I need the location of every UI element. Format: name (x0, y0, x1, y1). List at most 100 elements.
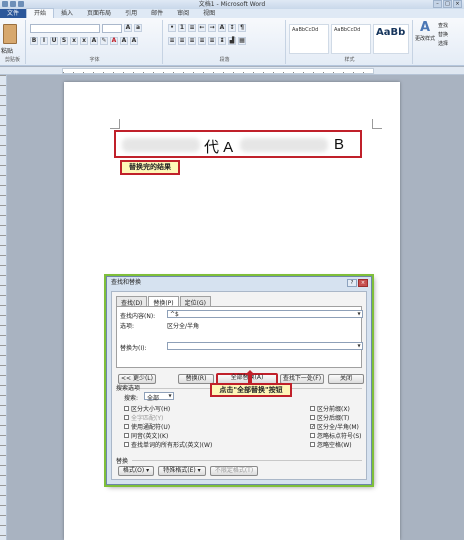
change-styles-icon: A (419, 20, 431, 35)
style-normal[interactable]: AaBbCcDd (289, 24, 329, 54)
title-bar: 文档1 - Microsoft Word – □ × (0, 0, 464, 9)
special-button[interactable]: 特殊格式(E) ▾ (158, 466, 206, 476)
paste-button[interactable]: 粘贴 (1, 46, 13, 55)
italic-icon[interactable]: I (40, 37, 48, 45)
divider (132, 460, 362, 461)
strikethrough-icon[interactable]: S (60, 37, 68, 45)
option-whole-word[interactable]: 全字匹配(Y) (124, 413, 163, 422)
numbering-icon[interactable]: 1 (178, 24, 186, 32)
dialog-body: 查找(D) 替换(P) 定位(G) 查找内容(N): ^$ ▼ 选项: 区分全/… (111, 291, 367, 480)
align-center-icon[interactable]: ≡ (178, 37, 186, 45)
align-right-icon[interactable]: ≡ (188, 37, 196, 45)
maximize-icon[interactable]: □ (443, 0, 452, 8)
multilevel-list-icon[interactable]: ≡ (188, 24, 196, 32)
minimize-icon[interactable]: – (433, 0, 442, 8)
tab-page-layout[interactable]: 页面布局 (80, 9, 118, 18)
tab-home[interactable]: 开始 (26, 8, 55, 18)
tab-mailings[interactable]: 邮件 (144, 9, 170, 18)
checkbox[interactable] (310, 442, 315, 447)
replace-button[interactable]: 替换(R) (178, 374, 214, 384)
shading-icon[interactable]: ▟ (228, 37, 236, 45)
dialog-title: 查找和替换 (111, 279, 142, 286)
no-formatting-button[interactable]: 不限定格式(T) (210, 466, 258, 476)
clipboard-group: 粘贴 剪贴板 (0, 20, 26, 64)
distributed-icon[interactable]: ≡ (208, 37, 216, 45)
decrease-indent-icon[interactable]: ← (198, 24, 206, 32)
checkbox[interactable] (310, 415, 315, 420)
dialog-close-icon[interactable]: × (358, 279, 368, 287)
replace-ribbon-button[interactable]: 替换 (438, 31, 448, 40)
chinese-layout-icon[interactable]: A (218, 24, 226, 32)
option-match-prefix[interactable]: 区分前缀(X) (310, 404, 350, 413)
checkbox[interactable] (310, 406, 315, 411)
help-icon[interactable]: ? (347, 279, 357, 287)
checkbox[interactable] (124, 424, 129, 429)
option-ignore-space[interactable]: 忽略空格(W) (310, 440, 352, 449)
char-shading-icon[interactable]: A (120, 37, 128, 45)
find-input[interactable]: ^$ ▼ (167, 310, 363, 318)
checkbox[interactable] (124, 433, 129, 438)
sort-icon[interactable]: ↕ (228, 24, 236, 32)
underline-icon[interactable]: U (50, 37, 58, 45)
line-spacing-icon[interactable]: ↨ (218, 37, 226, 45)
replace-panel: 查找内容(N): ^$ ▼ 选项: 区分全/半角 替换为(I): ▼ (116, 306, 363, 368)
bold-icon[interactable]: B (30, 37, 38, 45)
superscript-icon[interactable]: x (80, 37, 88, 45)
find-button[interactable]: 查找 (438, 22, 448, 31)
tab-review[interactable]: 审阅 (170, 9, 196, 18)
select-button[interactable]: 选择 (438, 40, 448, 49)
search-direction-value: 全部 (147, 395, 160, 402)
option-wildcards[interactable]: 使用通配符(U) (124, 422, 170, 431)
close-icon[interactable]: × (453, 0, 462, 8)
vertical-ruler (0, 75, 7, 540)
checkbox[interactable] (310, 433, 315, 438)
change-styles-button[interactable]: A 更改样式 (414, 20, 436, 64)
replace-input[interactable]: ▼ (167, 342, 363, 350)
paste-icon[interactable] (3, 24, 17, 44)
borders-icon[interactable]: ▦ (238, 37, 246, 45)
option-all-word-forms[interactable]: 查找单词的所有形式(英文)(W) (124, 440, 212, 449)
increase-indent-icon[interactable]: → (208, 24, 216, 32)
char-border-icon[interactable]: A (130, 37, 138, 45)
option-match-case[interactable]: 区分大小写(H) (124, 404, 170, 413)
style-heading-1[interactable]: AaBb (373, 24, 409, 54)
tab-view[interactable]: 视图 (196, 9, 222, 18)
shrink-font-icon[interactable]: a (134, 24, 142, 32)
search-direction-select[interactable]: 全部 ▼ (144, 392, 174, 402)
font-name-combo[interactable] (30, 23, 100, 33)
checkbox[interactable] (124, 415, 129, 420)
option-ignore-punctuation[interactable]: 忽略标点符号(S) (310, 431, 362, 440)
font-color-icon[interactable]: A (110, 37, 118, 45)
style-no-spacing[interactable]: AaBbCcDd (331, 24, 371, 54)
align-left-icon[interactable]: ≡ (168, 37, 176, 45)
tab-file[interactable]: 文件 (0, 9, 27, 18)
tab-insert[interactable]: 插入 (54, 9, 80, 18)
subscript-icon[interactable]: x (70, 37, 78, 45)
option-sounds-like[interactable]: 同音(英文)(K) (124, 431, 168, 440)
checkbox-checked-icon[interactable]: ✓ (310, 424, 315, 430)
option-match-width[interactable]: ✓ 区分全/半角(M) (310, 422, 359, 431)
checkbox[interactable] (124, 406, 129, 411)
styles-group: AaBbCcDd AaBbCcDd AaBb 样式 (287, 20, 413, 64)
option-match-suffix[interactable]: 区分后缀(T) (310, 413, 349, 422)
margin-mark-right (372, 119, 382, 129)
chevron-down-icon[interactable]: ▼ (356, 311, 362, 317)
chevron-down-icon[interactable]: ▼ (356, 343, 362, 349)
chevron-down-icon[interactable]: ▼ (167, 393, 173, 399)
format-button[interactable]: 格式(O) ▾ (118, 466, 154, 476)
font-group-label: 字体 (89, 57, 100, 63)
font-size-combo[interactable] (102, 23, 122, 33)
find-label: 查找内容(N): (120, 313, 156, 320)
show-marks-icon[interactable]: ¶ (238, 24, 246, 32)
ribbon: 粘贴 剪贴板 A a B I U S x x A ✎ A A A 字体 • 1 … (0, 18, 464, 66)
close-button[interactable]: 关闭 (328, 374, 364, 384)
tab-references[interactable]: 引用 (118, 9, 144, 18)
checkbox[interactable] (124, 442, 129, 447)
bullets-icon[interactable]: • (168, 24, 176, 32)
blurred-text (122, 138, 200, 152)
highlight-icon[interactable]: ✎ (100, 37, 108, 45)
grow-font-icon[interactable]: A (124, 24, 132, 32)
justify-icon[interactable]: ≡ (198, 37, 206, 45)
horizontal-ruler (0, 67, 464, 75)
text-effects-icon[interactable]: A (90, 37, 98, 45)
